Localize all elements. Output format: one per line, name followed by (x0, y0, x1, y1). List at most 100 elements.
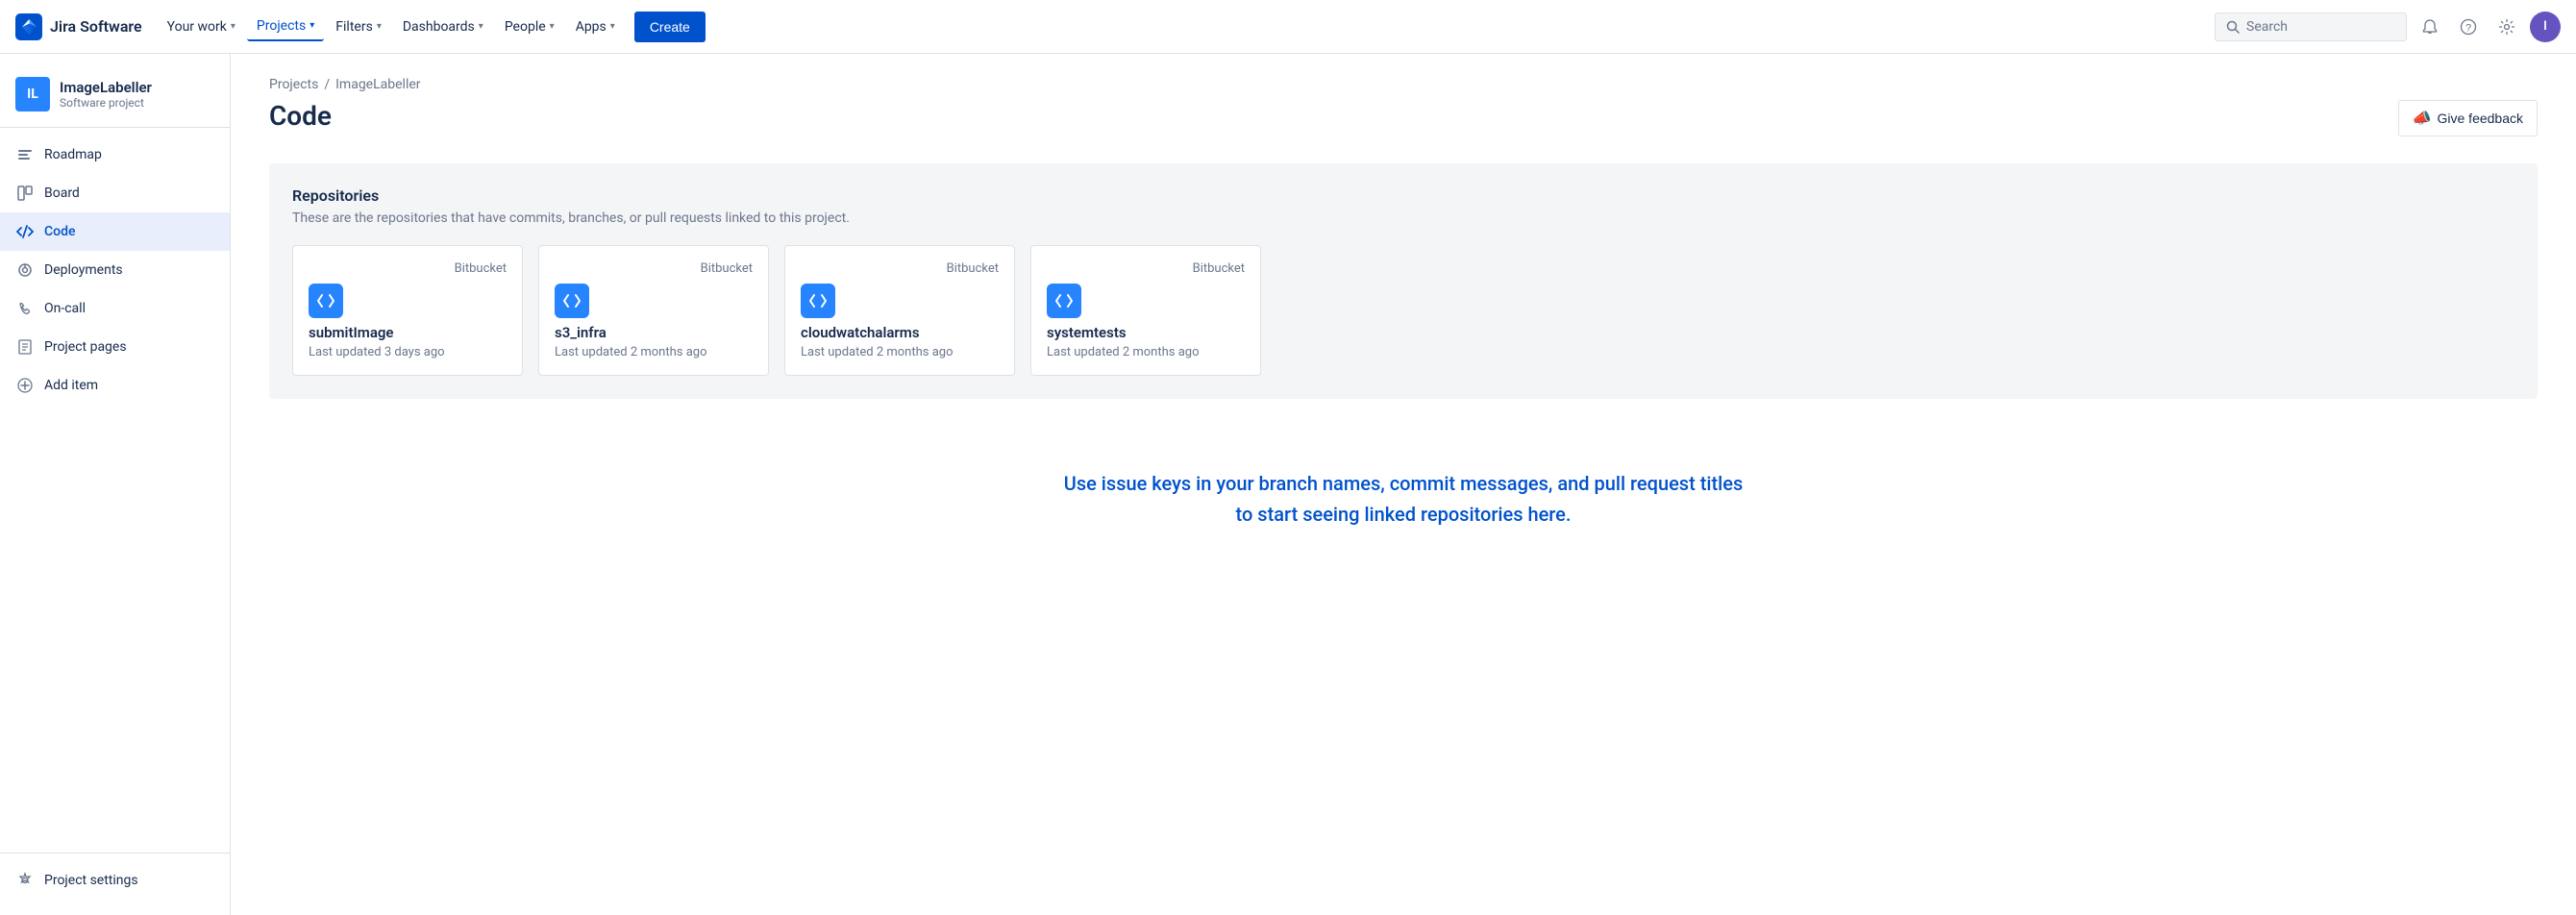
chevron-down-icon: ▾ (377, 21, 382, 32)
nav-your-work[interactable]: Your work ▾ (158, 13, 245, 40)
nav-your-work-label: Your work (167, 19, 227, 35)
sidebar-item-board[interactable]: Board (0, 174, 230, 212)
nav-filters-label: Filters (335, 19, 373, 35)
nav-apps-label: Apps (576, 19, 607, 35)
repo-provider-1: Bitbucket (701, 261, 753, 276)
jira-logo[interactable]: Jira Software (15, 13, 142, 40)
repo-provider-3: Bitbucket (1193, 261, 1245, 276)
chevron-down-icon: ▾ (231, 21, 235, 32)
repo-provider-2: Bitbucket (947, 261, 999, 276)
topnav-nav: Your work ▾ Projects ▾ Filters ▾ Dashboa… (158, 12, 625, 41)
nav-apps[interactable]: Apps ▾ (566, 13, 625, 40)
repo-updated-1: Last updated 2 months ago (555, 345, 753, 359)
chevron-down-icon: ▾ (610, 21, 615, 32)
breadcrumb-projects[interactable]: Projects (269, 77, 318, 92)
page-header: Code 📣 Give feedback (269, 100, 2538, 136)
repo-card[interactable]: Bitbucket cloudwatchalarms Last updated … (784, 245, 1015, 376)
repo-icon-1 (555, 284, 589, 318)
nav-people[interactable]: People ▾ (495, 13, 564, 40)
sidebar-item-oncall[interactable]: On-call (0, 289, 230, 328)
pages-icon (15, 337, 35, 357)
repo-updated-0: Last updated 3 days ago (309, 345, 507, 359)
repo-card[interactable]: Bitbucket s3_infra Last updated 2 months… (538, 245, 769, 376)
svg-text:?: ? (2465, 22, 2471, 34)
jira-logo-icon (15, 13, 42, 40)
nav-projects[interactable]: Projects ▾ (247, 12, 324, 41)
search-box[interactable]: Search (2215, 12, 2407, 41)
help-icon: ? (2460, 18, 2477, 36)
logo-text: Jira Software (50, 17, 142, 36)
code-icon (15, 222, 35, 241)
sidebar-deployments-label: Deployments (44, 262, 123, 278)
sidebar-add-label: Add item (44, 378, 98, 393)
sidebar-nav: Roadmap Board Code Deploym (0, 136, 230, 405)
nav-dashboards-label: Dashboards (403, 19, 475, 35)
project-name: ImageLabeller (60, 79, 152, 96)
repositories-title: Repositories (292, 186, 2514, 205)
sidebar-item-deployments[interactable]: Deployments (0, 251, 230, 289)
page-title: Code (269, 100, 332, 132)
nav-people-label: People (505, 19, 546, 35)
repo-icon-3 (1047, 284, 1081, 318)
deployments-icon (15, 260, 35, 280)
chevron-down-icon: ▾ (479, 21, 483, 32)
breadcrumb: Projects / ImageLabeller (269, 77, 2538, 92)
repo-card[interactable]: Bitbucket systemtests Last updated 2 mon… (1030, 245, 1261, 376)
nav-dashboards[interactable]: Dashboards ▾ (393, 13, 493, 40)
repo-name-1: s3_infra (555, 324, 753, 341)
help-button[interactable]: ? (2453, 12, 2484, 42)
empty-state: Use issue keys in your branch names, com… (269, 430, 2538, 568)
search-placeholder: Search (2246, 19, 2288, 35)
repo-card[interactable]: Bitbucket submitImage Last updated 3 day… (292, 245, 523, 376)
sidebar-divider (0, 127, 230, 128)
notifications-button[interactable] (2415, 12, 2445, 42)
sidebar-item-add[interactable]: Add item (0, 366, 230, 405)
sidebar-item-code[interactable]: Code (0, 212, 230, 251)
topnav: Jira Software Your work ▾ Projects ▾ Fil… (0, 0, 2576, 54)
sidebar-settings-label: Project settings (44, 873, 138, 888)
sidebar: IL ImageLabeller Software project Roadma… (0, 54, 231, 915)
give-feedback-button[interactable]: 📣 Give feedback (2398, 100, 2538, 136)
repo-name-2: cloudwatchalarms (801, 324, 999, 341)
sidebar-oncall-label: On-call (44, 301, 86, 316)
breadcrumb-separator: / (324, 77, 330, 92)
empty-state-text: Use issue keys in your branch names, com… (1019, 468, 1788, 530)
megaphone-icon: 📣 (2413, 109, 2432, 128)
settings-button[interactable] (2491, 12, 2522, 42)
breadcrumb-imagelabeller[interactable]: ImageLabeller (335, 77, 420, 92)
sidebar-roadmap-label: Roadmap (44, 147, 102, 162)
nav-filters[interactable]: Filters ▾ (326, 13, 391, 40)
gear-icon (15, 871, 35, 890)
nav-projects-label: Projects (257, 18, 306, 34)
repo-name-0: submitImage (309, 324, 507, 341)
oncall-icon (15, 299, 35, 318)
create-button[interactable]: Create (634, 12, 706, 42)
roadmap-icon (15, 145, 35, 164)
avatar[interactable]: I (2530, 12, 2561, 42)
repositories-section: Repositories These are the repositories … (269, 163, 2538, 399)
bell-icon (2421, 18, 2439, 36)
search-icon (2225, 19, 2241, 35)
sidebar-project[interactable]: IL ImageLabeller Software project (0, 69, 230, 127)
sidebar-pages-label: Project pages (44, 339, 127, 355)
repo-updated-2: Last updated 2 months ago (801, 345, 999, 359)
repo-icon-0 (309, 284, 343, 318)
project-icon: IL (15, 77, 50, 111)
repo-icon-2 (801, 284, 835, 318)
chevron-down-icon: ▾ (310, 20, 314, 31)
topnav-right: Search ? I (2215, 12, 2561, 42)
sidebar-board-label: Board (44, 185, 80, 201)
sidebar-item-project-settings[interactable]: Project settings (0, 861, 230, 900)
sidebar-item-pages[interactable]: Project pages (0, 328, 230, 366)
give-feedback-label: Give feedback (2438, 111, 2524, 126)
layout: IL ImageLabeller Software project Roadma… (0, 54, 2576, 915)
project-type: Software project (60, 96, 152, 110)
repositories-desc: These are the repositories that have com… (292, 210, 2514, 226)
repo-cards: Bitbucket submitImage Last updated 3 day… (292, 245, 2514, 376)
add-icon (15, 376, 35, 395)
chevron-down-icon: ▾ (550, 21, 555, 32)
board-icon (15, 184, 35, 203)
settings-icon (2498, 18, 2515, 36)
sidebar-code-label: Code (44, 224, 75, 239)
sidebar-item-roadmap[interactable]: Roadmap (0, 136, 230, 174)
